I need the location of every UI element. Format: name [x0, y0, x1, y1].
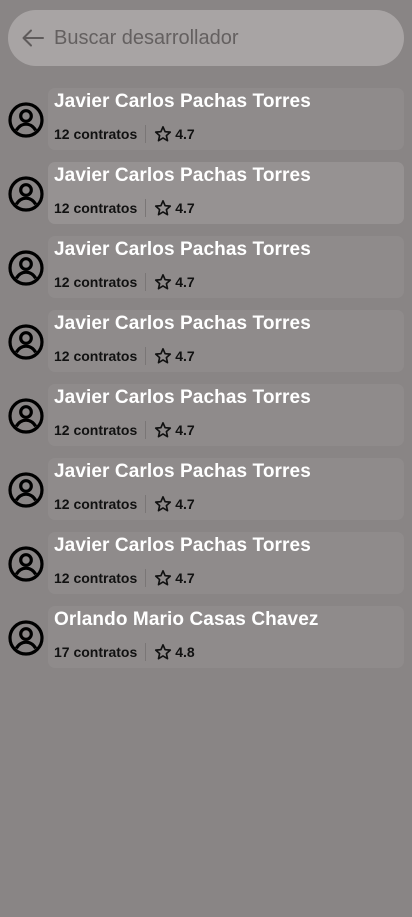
- developer-meta: 12 contratos 4.7: [54, 569, 195, 587]
- account-circle-icon: [7, 323, 45, 361]
- developer-card[interactable]: Orlando Mario Casas Chavez 17 contratos …: [48, 606, 404, 668]
- developer-name: Javier Carlos Pachas Torres: [54, 313, 311, 334]
- account-circle-icon: [7, 249, 45, 287]
- developer-meta: 12 contratos 4.7: [54, 125, 195, 143]
- star-outline-icon: [154, 273, 172, 291]
- contracts-count: 12 contratos: [54, 496, 138, 512]
- rating-value: 4.7: [175, 496, 195, 512]
- developer-meta: 12 contratos 4.7: [54, 273, 195, 291]
- developer-row[interactable]: Javier Carlos Pachas Torres 12 contratos…: [0, 88, 412, 150]
- developer-card[interactable]: Javier Carlos Pachas Torres 12 contratos…: [48, 162, 404, 224]
- developer-row[interactable]: Javier Carlos Pachas Torres 12 contratos…: [0, 162, 412, 224]
- developer-list: Javier Carlos Pachas Torres 12 contratos…: [0, 88, 412, 680]
- star-outline-icon: [154, 495, 172, 513]
- star-outline-icon: [154, 199, 172, 217]
- divider: [145, 643, 147, 661]
- divider: [145, 495, 147, 513]
- developer-row[interactable]: Javier Carlos Pachas Torres 12 contratos…: [0, 310, 412, 372]
- developer-meta: 12 contratos 4.7: [54, 199, 195, 217]
- account-circle-icon: [7, 397, 45, 435]
- rating-value: 4.7: [175, 200, 195, 216]
- developer-card[interactable]: Javier Carlos Pachas Torres 12 contratos…: [48, 310, 404, 372]
- divider: [145, 125, 147, 143]
- star-outline-icon: [154, 643, 172, 661]
- star-outline-icon: [154, 421, 172, 439]
- developer-name: Javier Carlos Pachas Torres: [54, 239, 311, 260]
- developer-name: Javier Carlos Pachas Torres: [54, 165, 311, 186]
- developer-meta: 12 contratos 4.7: [54, 421, 195, 439]
- contracts-count: 12 contratos: [54, 126, 138, 142]
- developer-card[interactable]: Javier Carlos Pachas Torres 12 contratos…: [48, 236, 404, 298]
- search-input[interactable]: [54, 26, 374, 50]
- divider: [145, 421, 147, 439]
- developer-meta: 12 contratos 4.7: [54, 495, 195, 513]
- developer-card[interactable]: Javier Carlos Pachas Torres 12 contratos…: [48, 532, 404, 594]
- developer-row[interactable]: Orlando Mario Casas Chavez 17 contratos …: [0, 606, 412, 668]
- developer-meta: 17 contratos 4.8: [54, 643, 195, 661]
- contracts-count: 12 contratos: [54, 570, 138, 586]
- star-outline-icon: [154, 569, 172, 587]
- star-outline-icon: [154, 347, 172, 365]
- developer-row[interactable]: Javier Carlos Pachas Torres 12 contratos…: [0, 384, 412, 446]
- developer-name: Javier Carlos Pachas Torres: [54, 461, 311, 482]
- contracts-count: 12 contratos: [54, 422, 138, 438]
- developer-name: Javier Carlos Pachas Torres: [54, 535, 311, 556]
- account-circle-icon: [7, 101, 45, 139]
- developer-row[interactable]: Javier Carlos Pachas Torres 12 contratos…: [0, 458, 412, 520]
- developer-row[interactable]: Javier Carlos Pachas Torres 12 contratos…: [0, 236, 412, 298]
- developer-name: Javier Carlos Pachas Torres: [54, 91, 311, 112]
- divider: [145, 199, 147, 217]
- divider: [145, 273, 147, 291]
- contracts-count: 12 contratos: [54, 200, 138, 216]
- search-bar: [8, 10, 404, 66]
- account-circle-icon: [7, 175, 45, 213]
- developer-row[interactable]: Javier Carlos Pachas Torres 12 contratos…: [0, 532, 412, 594]
- rating-value: 4.7: [175, 126, 195, 142]
- divider: [145, 347, 147, 365]
- account-circle-icon: [7, 619, 45, 657]
- contracts-count: 17 contratos: [54, 644, 138, 660]
- account-circle-icon: [7, 545, 45, 583]
- rating-value: 4.7: [175, 570, 195, 586]
- divider: [145, 569, 147, 587]
- developer-name: Javier Carlos Pachas Torres: [54, 387, 311, 408]
- contracts-count: 12 contratos: [54, 348, 138, 364]
- developer-meta: 12 contratos 4.7: [54, 347, 195, 365]
- rating-value: 4.8: [175, 644, 195, 660]
- rating-value: 4.7: [175, 348, 195, 364]
- developer-name: Orlando Mario Casas Chavez: [54, 609, 319, 630]
- contracts-count: 12 contratos: [54, 274, 138, 290]
- account-circle-icon: [7, 471, 45, 509]
- developer-card[interactable]: Javier Carlos Pachas Torres 12 contratos…: [48, 88, 404, 150]
- developer-card[interactable]: Javier Carlos Pachas Torres 12 contratos…: [48, 458, 404, 520]
- developer-card[interactable]: Javier Carlos Pachas Torres 12 contratos…: [48, 384, 404, 446]
- rating-value: 4.7: [175, 422, 195, 438]
- arrow-left-icon[interactable]: [20, 25, 46, 51]
- rating-value: 4.7: [175, 274, 195, 290]
- star-outline-icon: [154, 125, 172, 143]
